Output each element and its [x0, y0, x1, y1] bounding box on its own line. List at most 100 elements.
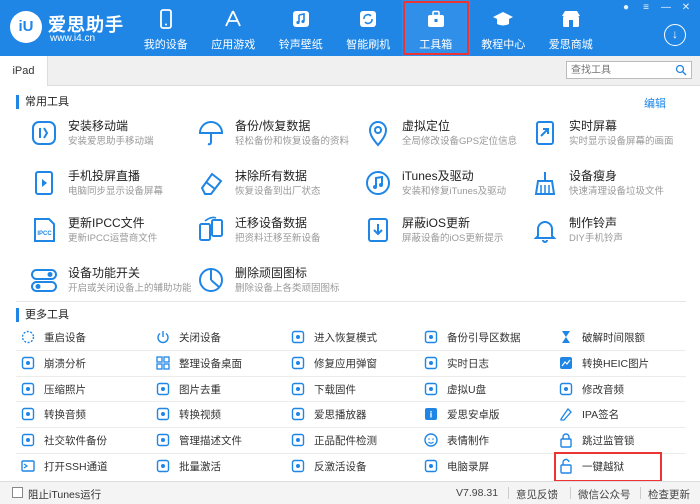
- more-tool-item[interactable]: 打开SSH通道: [20, 456, 150, 478]
- screen-share-icon: [536, 121, 554, 145]
- more-tool-item[interactable]: 管理描述文件: [155, 430, 285, 452]
- more-tool-item[interactable]: IPA签名: [558, 404, 688, 426]
- more-tool-item[interactable]: 转换HEIC图片: [558, 353, 688, 375]
- nav-flash[interactable]: 智能刷机: [335, 0, 403, 56]
- window-controls: ● ≡ — ✕: [620, 2, 692, 14]
- heic-icon: [560, 356, 572, 369]
- common-tool-item[interactable]: 手机投屏直播 电脑同步显示设备屏幕: [30, 165, 195, 205]
- nav-shop[interactable]: 爱思商城: [537, 0, 605, 56]
- common-tool-item[interactable]: 实时屏幕 实时显示设备屏幕的画面: [531, 115, 696, 155]
- logo-mark: iU: [10, 11, 42, 43]
- common-tool-item[interactable]: 屏蔽iOS更新 屏蔽设备的iOS更新提示: [364, 212, 529, 252]
- grid-icon: [156, 356, 170, 370]
- common-tool-item[interactable]: IPCC 更新IPCC文件 更新IPCC运营商文件: [30, 212, 195, 252]
- common-tool-item[interactable]: 虚拟定位全局修改设备GPS定位信息: [364, 115, 529, 155]
- tool-name: 备份/恢复数据: [235, 119, 311, 133]
- block-itunes-label[interactable]: 阻止iTunes运行: [28, 487, 101, 502]
- tool-name: 电脑录屏: [447, 461, 489, 473]
- tool-name: 打开SSH通道: [44, 461, 108, 473]
- close-icon[interactable]: ✕: [680, 2, 692, 14]
- tool-description: 屏蔽设备的iOS更新提示: [402, 233, 504, 244]
- search-input[interactable]: [567, 62, 671, 79]
- block-itunes-checkbox[interactable]: [12, 487, 23, 498]
- footer-separator: [640, 487, 641, 499]
- more-tool-item[interactable]: 整理设备桌面: [155, 353, 285, 375]
- common-tool-item[interactable]: 制作铃声 DIY手机铃声: [531, 212, 696, 252]
- more-tool-item[interactable]: 批量激活: [155, 456, 285, 478]
- more-tool-item[interactable]: 下载固件: [290, 379, 420, 401]
- common-tool-item[interactable]: 迁移设备数据 把资料迁移至新设备: [197, 212, 362, 252]
- i4-app-icon: [32, 121, 56, 145]
- nav-label: 应用游戏: [211, 39, 256, 51]
- more-tool-item[interactable]: 虚拟U盘: [423, 379, 553, 401]
- more-tool-item[interactable]: 转换视频: [155, 404, 285, 426]
- common-tool-item[interactable]: 设备功能开关 开启或关闭设备上的辅助功能: [30, 262, 195, 302]
- tool-name: 虚拟U盘: [447, 383, 487, 396]
- tool-name: 更新IPCC文件: [68, 216, 145, 230]
- more-tool-item[interactable]: 跳过监管锁: [558, 430, 688, 452]
- tool-name: 反激活设备: [314, 461, 367, 473]
- common-tool-item[interactable]: iTunes及驱动 安装和修复iTunes及驱动: [364, 165, 529, 205]
- more-tool-item[interactable]: 压缩照片: [20, 379, 150, 401]
- compress-icon: [21, 382, 35, 395]
- more-tool-item[interactable]: 电脑录屏: [423, 456, 553, 478]
- recovery-icon: [291, 330, 305, 344]
- skin-icon[interactable]: ●: [620, 2, 632, 14]
- tool-name: 破解时间限额: [582, 332, 645, 344]
- more-tool-item[interactable]: 修改音频: [558, 379, 688, 401]
- menu-icon[interactable]: ≡: [640, 2, 652, 14]
- tool-name: 转换HEIC图片: [582, 357, 650, 370]
- nav-my-device[interactable]: 我的设备: [132, 0, 200, 56]
- more-tool-item[interactable]: 修复应用弹窗: [290, 353, 420, 375]
- more-tool-item[interactable]: 实时日志: [423, 353, 553, 375]
- minimize-icon[interactable]: —: [660, 2, 672, 14]
- more-tool-item[interactable]: 转换音频: [20, 404, 150, 426]
- nav-apps-games[interactable]: 应用游戏: [200, 0, 268, 56]
- location-pin-icon: [368, 121, 388, 147]
- nav-toolbox[interactable]: 工具箱: [402, 0, 470, 56]
- more-tool-item[interactable]: 表情制作: [423, 430, 553, 452]
- more-tool-item[interactable]: 社交软件备份: [20, 430, 150, 452]
- common-tool-item[interactable]: 备份/恢复数据 轻松备份和恢复设备的资料: [197, 115, 362, 155]
- edit-link[interactable]: 编辑: [644, 95, 666, 111]
- download-manager-icon[interactable]: ↓: [664, 24, 686, 46]
- nav-ringtones[interactable]: 铃声壁纸: [267, 0, 335, 56]
- common-tool-item[interactable]: 删除顽固图标 删除设备上各类顽固图标: [197, 262, 362, 302]
- more-tool-item[interactable]: 爱思播放器: [290, 404, 420, 426]
- tool-name: 压缩照片: [44, 383, 86, 396]
- wechat-link[interactable]: 微信公众号: [578, 487, 631, 502]
- check-update-link[interactable]: 检查更新: [648, 487, 690, 502]
- music-note-icon: [292, 11, 309, 27]
- more-tool-item[interactable]: 一键越狱: [554, 452, 662, 482]
- device-tab[interactable]: iPad: [0, 56, 48, 86]
- hourglass-icon: [562, 331, 570, 343]
- more-tool-item[interactable]: 备份引导区数据: [423, 327, 553, 349]
- nav-tutorials[interactable]: 教程中心: [470, 0, 538, 56]
- common-tool-item[interactable]: 抹除所有数据 恢复设备到出厂状态: [197, 165, 362, 205]
- common-tool-item[interactable]: 安装移动端 安装爱思助手移动端: [30, 115, 195, 155]
- more-tool-item[interactable]: 反激活设备: [290, 456, 420, 478]
- tool-description: 全局修改设备GPS定位信息: [402, 136, 518, 147]
- more-tool-item[interactable]: 进入恢复模式: [290, 327, 420, 349]
- tool-description: 快速清理设备垃圾文件: [569, 186, 665, 197]
- emoji-icon: [424, 433, 438, 447]
- screen-cast-icon: [35, 171, 53, 195]
- search-icon[interactable]: [675, 64, 687, 76]
- more-tool-item[interactable]: 正品配件检测: [290, 430, 420, 452]
- common-tool-item[interactable]: 设备瘦身 快速清理设备垃圾文件: [531, 165, 696, 205]
- tool-name: 虚拟定位: [402, 119, 451, 133]
- device-tab-bar: iPad: [0, 56, 700, 86]
- tool-search[interactable]: [566, 61, 692, 79]
- more-tool-item[interactable]: 破解时间限额: [558, 327, 688, 349]
- more-tool-item[interactable]: 图片去重: [155, 379, 285, 401]
- main-nav: 我的设备 应用游戏 铃声壁纸 智能刷机 工具箱 教程中心 爱思商城: [132, 0, 605, 56]
- more-tool-item[interactable]: 关闭设备: [155, 327, 285, 349]
- more-tool-item[interactable]: i 爱思安卓版: [423, 404, 553, 426]
- feedback-link[interactable]: 意见反馈: [516, 487, 558, 502]
- more-tool-item[interactable]: 重启设备: [20, 327, 150, 349]
- umbrella-icon: [198, 121, 224, 146]
- tool-name: 跳过监管锁: [582, 435, 635, 448]
- tool-description: DIY手机铃声: [569, 233, 623, 244]
- more-tool-item[interactable]: 崩溃分析: [20, 353, 150, 375]
- toggle-icon: [31, 269, 57, 292]
